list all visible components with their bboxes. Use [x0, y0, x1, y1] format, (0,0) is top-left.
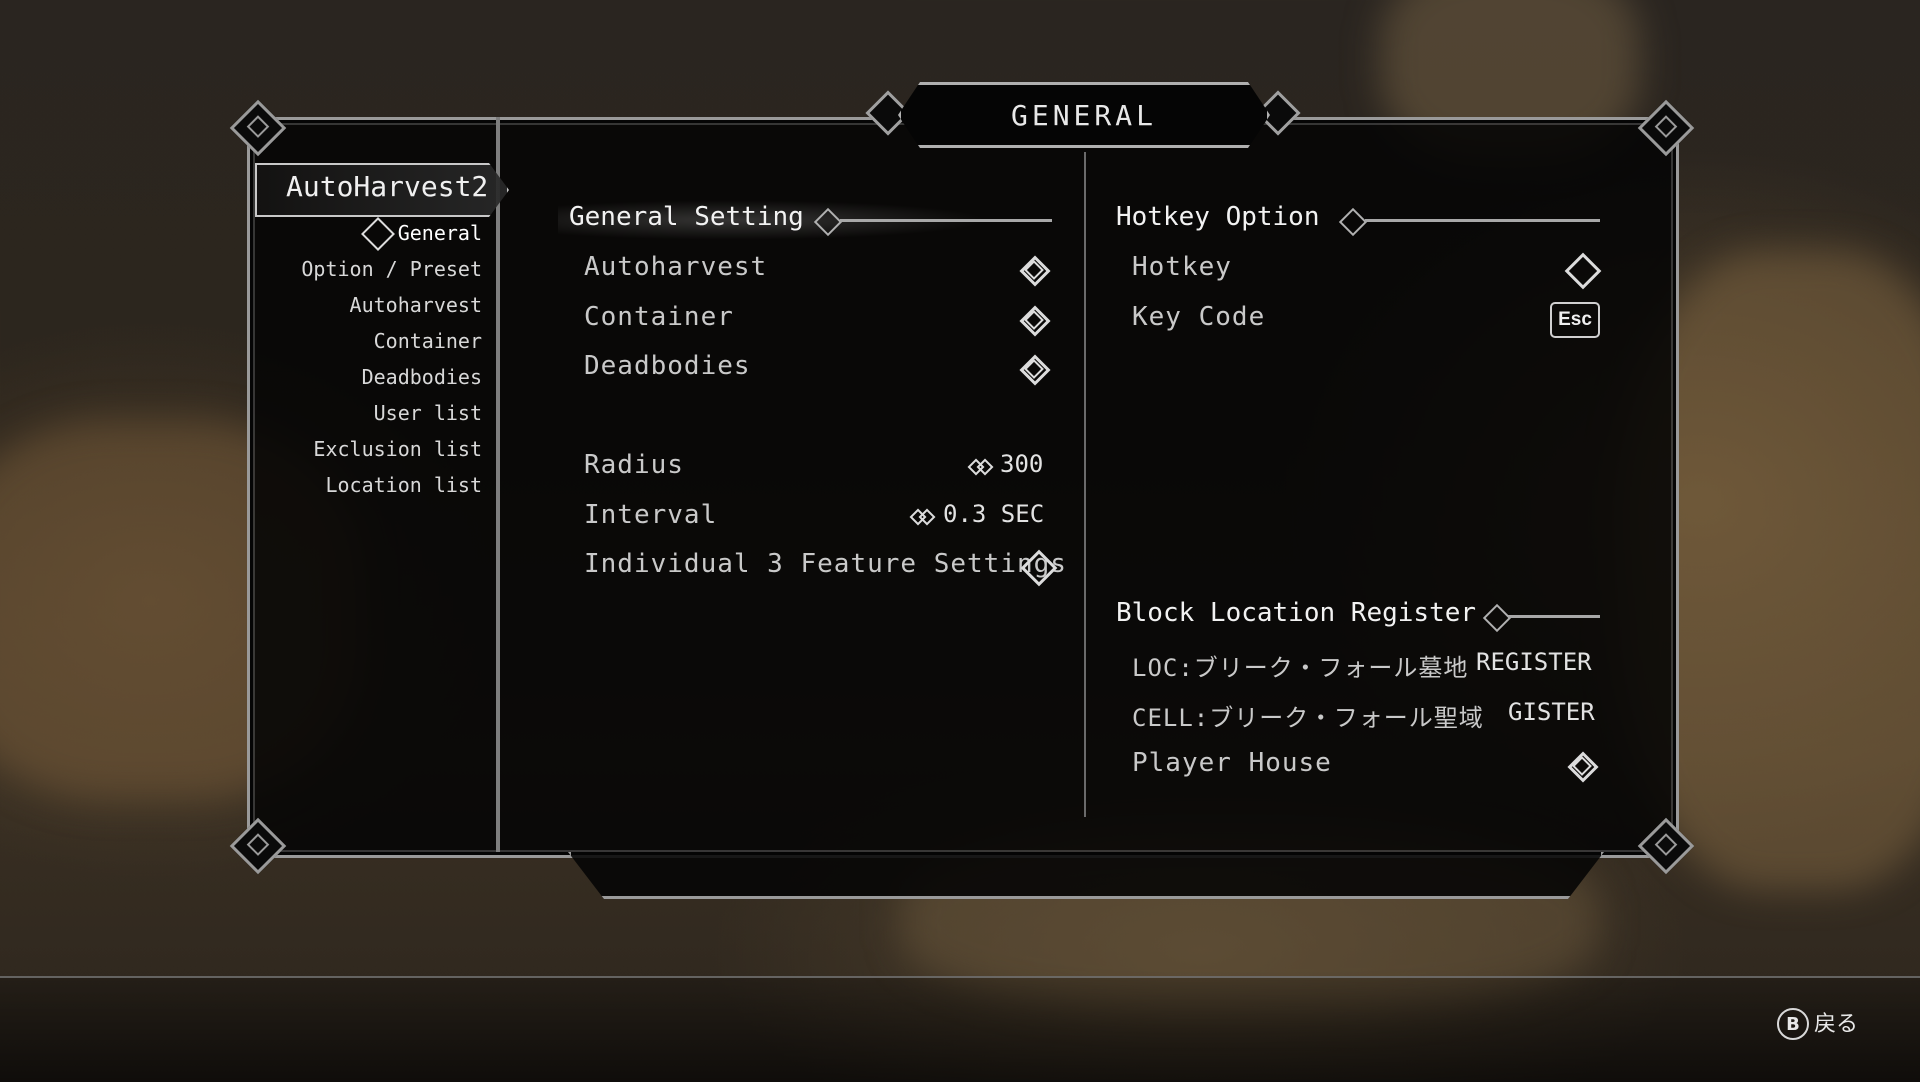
interval-value[interactable]: 0.3 SEC — [943, 500, 1044, 528]
checked-knot-icon[interactable] — [1018, 254, 1048, 284]
sidebar-item-general[interactable]: General — [398, 221, 482, 245]
hotkey-option-header: Hotkey Option — [1116, 202, 1320, 232]
column-divider — [1084, 152, 1086, 817]
sidebar-item-option-preset[interactable]: Option / Preset — [301, 257, 482, 281]
esc-key-badge[interactable]: Esc — [1550, 302, 1600, 338]
page-title: GENERAL — [1010, 98, 1157, 132]
sidebar-item-deadbodies[interactable]: Deadbodies — [362, 365, 482, 389]
header-line — [1365, 219, 1600, 222]
checked-knot-icon[interactable] — [1018, 304, 1048, 334]
sidebar-item-container[interactable]: Container — [374, 329, 482, 353]
page-title-plate: GENERAL — [898, 82, 1270, 148]
back-label[interactable]: 戻る — [1814, 1006, 1858, 1038]
option-container[interactable]: Container — [584, 302, 734, 332]
cell-register-value[interactable]: GISTER — [1508, 698, 1595, 726]
sidebar-item-autoharvest[interactable]: Autoharvest — [350, 293, 482, 317]
option-player-house[interactable]: Player House — [1132, 748, 1332, 778]
sidebar-item-user-list[interactable]: User list — [374, 401, 482, 425]
b-button-icon[interactable]: B — [1777, 1008, 1809, 1040]
checked-knot-icon[interactable] — [1566, 750, 1596, 780]
header-line — [1508, 615, 1600, 618]
block-location-header: Block Location Register — [1116, 598, 1477, 628]
mod-title[interactable]: AutoHarvest2 — [286, 170, 488, 203]
option-key-code[interactable]: Key Code — [1132, 302, 1265, 332]
option-radius[interactable]: Radius — [584, 450, 684, 480]
checked-knot-icon[interactable] — [1018, 353, 1048, 383]
bottom-frame-tab — [568, 852, 1604, 899]
option-hotkey[interactable]: Hotkey — [1132, 252, 1232, 282]
header-line — [840, 219, 1052, 222]
sidebar-divider — [496, 117, 500, 852]
option-interval[interactable]: Interval — [584, 500, 717, 530]
sidebar-item-exclusion-list[interactable]: Exclusion list — [313, 437, 482, 461]
option-deadbodies[interactable]: Deadbodies — [584, 351, 751, 381]
option-autoharvest[interactable]: Autoharvest — [584, 252, 767, 282]
slider-icon — [910, 509, 934, 523]
option-individual-feature-settings[interactable]: Individual 3 Feature Settings — [584, 549, 1067, 579]
option-loc-register[interactable]: LOC:ブリーク・フォール墓地 — [1132, 648, 1468, 683]
sidebar-item-location-list[interactable]: Location list — [325, 473, 482, 497]
option-cell-register[interactable]: CELL:ブリーク・フォール聖域 — [1132, 698, 1484, 733]
slider-icon — [968, 459, 992, 473]
bottom-button-bar — [0, 976, 1920, 1082]
general-setting-header: General Setting — [569, 202, 804, 232]
radius-value[interactable]: 300 — [1000, 450, 1043, 478]
loc-register-value[interactable]: REGISTER — [1476, 648, 1592, 676]
